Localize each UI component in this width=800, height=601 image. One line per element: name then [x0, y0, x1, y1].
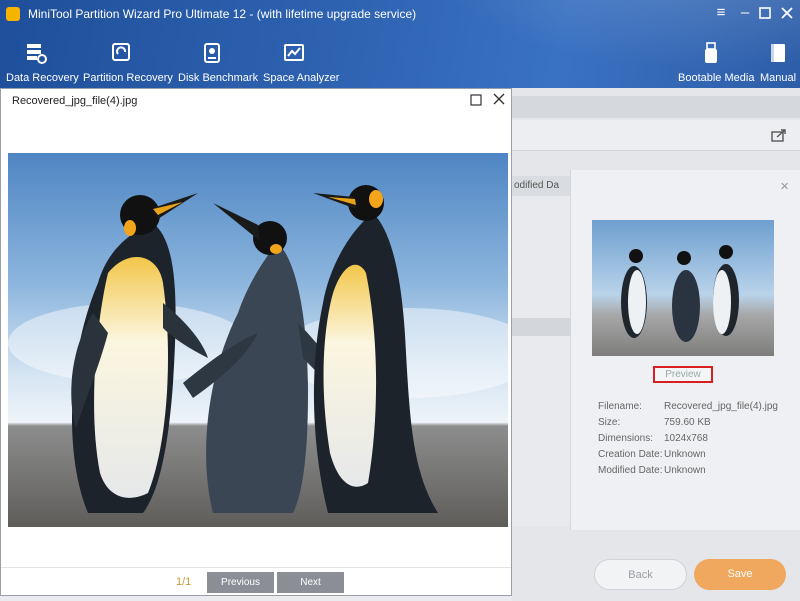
partition-recovery-icon: [112, 43, 130, 61]
maximize-icon[interactable]: [469, 93, 483, 107]
disk-benchmark-label: Disk Benchmark: [178, 72, 259, 84]
space-analyzer-icon: [284, 44, 304, 61]
size-value: 759.60 KB: [664, 417, 711, 428]
dimensions-value: 1024x768: [664, 433, 708, 444]
preview-window-title: Recovered_jpg_file(4).jpg: [12, 95, 138, 107]
book-icon: [771, 44, 785, 62]
modified-date-column-header[interactable]: odified Da: [512, 176, 570, 196]
usb-icon: [705, 42, 717, 63]
title-bar: MiniTool Partition Wizard Pro Ultimate 1…: [0, 0, 800, 88]
back-button[interactable]: Back: [594, 559, 687, 590]
close-icon[interactable]: [777, 3, 797, 23]
data-recovery-label: Data Recovery: [6, 72, 79, 84]
menu-icon[interactable]: ≡: [711, 3, 731, 23]
selected-row[interactable]: [512, 318, 570, 336]
export-icon[interactable]: [771, 128, 787, 142]
maximize-icon[interactable]: [755, 3, 775, 23]
app-logo-icon: [6, 7, 20, 21]
image-preview-window: Recovered_jpg_file(4).jpg 1/1 Previous N…: [0, 88, 512, 596]
filename-label: Filename:: [598, 401, 642, 412]
background-toolbar-row: [512, 120, 800, 151]
modified-date-label: Modified Date:: [598, 465, 663, 476]
penguins-image: [8, 153, 508, 527]
thumbnail-image: [592, 220, 774, 356]
preview-footer-divider: [1, 567, 511, 568]
creation-date-label: Creation Date:: [598, 449, 663, 460]
save-button[interactable]: Save: [694, 559, 786, 590]
page-indicator: 1/1: [176, 576, 192, 588]
partition-recovery-label: Partition Recovery: [83, 72, 173, 84]
dimensions-label: Dimensions:: [598, 433, 654, 444]
file-list: [512, 196, 570, 526]
modified-date-value: Unknown: [664, 465, 706, 476]
background-tab-strip: [512, 96, 800, 118]
data-recovery-icon: [27, 44, 47, 64]
bootable-media-label: Bootable Media: [678, 72, 755, 84]
minimize-icon[interactable]: –: [735, 3, 755, 23]
disk-benchmark-icon: [204, 43, 220, 63]
window-title: MiniTool Partition Wizard Pro Ultimate 1…: [28, 7, 417, 21]
manual-label: Manual: [760, 72, 797, 84]
size-label: Size:: [598, 417, 621, 428]
panel-close-icon[interactable]: ✕: [780, 180, 789, 193]
filename-value: Recovered_jpg_file(4).jpg: [664, 401, 778, 412]
previous-button[interactable]: Previous: [207, 572, 274, 593]
next-button[interactable]: Next: [277, 572, 344, 593]
space-analyzer-label: Space Analyzer: [263, 72, 340, 84]
creation-date-value: Unknown: [664, 449, 706, 460]
close-icon[interactable]: [491, 91, 507, 107]
preview-button[interactable]: Preview: [653, 366, 713, 383]
